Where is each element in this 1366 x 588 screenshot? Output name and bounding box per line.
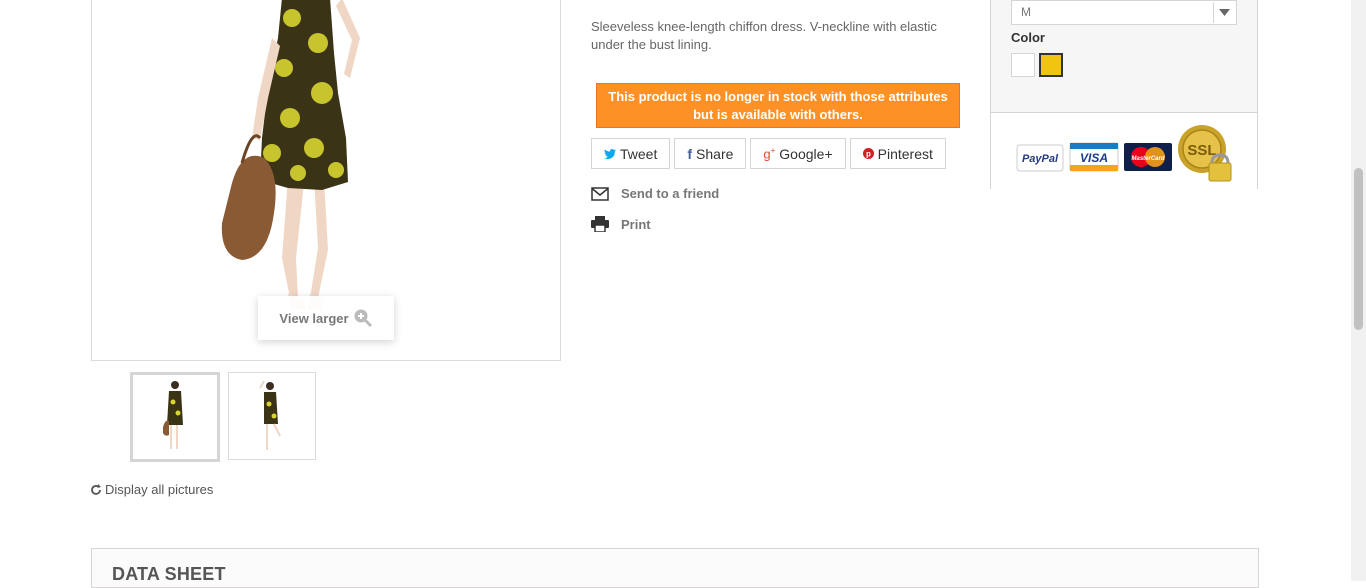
google-plus-label: Google+ — [779, 145, 833, 162]
view-larger-label: View larger — [279, 310, 349, 326]
size-select[interactable]: M — [1011, 0, 1237, 25]
ssl-lock-icon: SSL — [1178, 125, 1232, 182]
thumbnail-1[interactable] — [130, 372, 220, 462]
product-main-image[interactable]: View larger — [91, 0, 561, 361]
scrollbar-thumb[interactable] — [1354, 168, 1363, 330]
share-label: Share — [696, 145, 734, 162]
refresh-icon — [91, 483, 101, 495]
paypal-text: PayPal — [1022, 153, 1059, 165]
color-swatch-white[interactable] — [1011, 53, 1035, 77]
print-label: Print — [621, 216, 651, 232]
facebook-icon: f — [687, 145, 693, 162]
pinterest-label: Pinterest — [877, 145, 933, 162]
chevron-down-icon — [1213, 2, 1235, 23]
view-larger-button[interactable]: View larger — [258, 296, 394, 340]
stock-warning: This product is no longer in stock with … — [596, 83, 960, 128]
visa-icon: VISA — [1069, 142, 1119, 172]
print-link[interactable]: Print — [591, 216, 651, 232]
size-select-value: M — [1021, 5, 1031, 19]
facebook-share-button[interactable]: f Share — [674, 138, 747, 169]
color-swatch-yellow[interactable] — [1039, 53, 1063, 77]
data-sheet-heading: DATA SHEET — [112, 564, 226, 584]
display-all-label: Display all pictures — [105, 482, 214, 497]
tweet-label: Tweet — [620, 145, 658, 162]
google-plus-button[interactable]: g+ Google+ — [750, 138, 846, 169]
thumbnail-image — [259, 380, 281, 450]
thumbnail-image — [163, 381, 183, 449]
ssl-text: SSL — [1187, 142, 1216, 159]
color-label: Color — [1011, 30, 1045, 45]
social-sharing: Tweet f Share g+ Google+ p Pinterest — [591, 138, 946, 169]
pinterest-icon: p — [862, 148, 874, 159]
data-sheet-section: DATA SHEET — [91, 548, 1259, 588]
mastercard-icon: MasterCard — [1124, 143, 1172, 171]
send-to-friend-label: Send to a friend — [621, 186, 720, 201]
product-short-description: Sleeveless knee-length chiffon dress. V-… — [591, 19, 937, 52]
thumbnail-2[interactable] — [228, 372, 316, 460]
pinterest-button[interactable]: p Pinterest — [849, 138, 946, 169]
payment-logos: PayPal VISA MasterCard SSL — [991, 112, 1257, 189]
printer-icon — [591, 216, 609, 232]
google-plus-icon: g+ — [763, 145, 776, 162]
page-scrollbar[interactable] — [1351, 0, 1366, 581]
envelope-icon — [591, 186, 609, 201]
mastercard-text: MasterCard — [1131, 156, 1164, 162]
tweet-button[interactable]: Tweet — [591, 138, 671, 169]
twitter-icon — [604, 148, 616, 159]
send-to-friend-link[interactable]: Send to a friend — [591, 186, 719, 201]
visa-text: VISA — [1080, 151, 1108, 165]
payment-badges: PayPal VISA MasterCard SSL — [1016, 125, 1232, 182]
display-all-pictures-link[interactable]: Display all pictures — [90, 482, 213, 497]
zoom-in-icon — [354, 309, 372, 328]
svg-text:p: p — [866, 150, 871, 159]
paypal-icon: PayPal — [1016, 144, 1064, 172]
product-attributes-box: M Color PayPal VISA MasterCard SSL — [990, 0, 1258, 189]
